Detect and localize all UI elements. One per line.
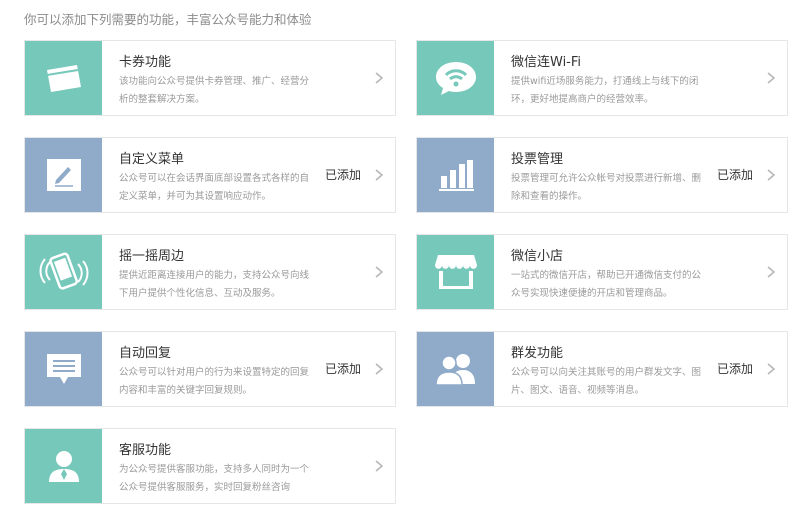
- feature-card-wifi[interactable]: 微信连Wi-Fi 提供wifi近场服务能力，打通线上与线下的闭环，更好地提高商户…: [416, 40, 788, 116]
- feature-card-vote[interactable]: 投票管理 投票管理可允许公众帐号对投票进行新增、删除和查看的操作。 已添加: [416, 137, 788, 213]
- feature-card-reply[interactable]: 自动回复 公众号可以针对用户的行为来设置特定的回复内容和丰富的关键字回复规则。 …: [24, 331, 396, 407]
- feature-title: 摇一摇周边: [119, 249, 185, 264]
- bar-chart-icon: [417, 138, 494, 212]
- chevron-right-icon: [767, 72, 776, 84]
- chevron-right-icon: [375, 72, 384, 84]
- status-badge: 已添加: [325, 168, 362, 182]
- chevron-right-icon: [767, 169, 776, 181]
- page-header: 你可以添加下列需要的功能，丰富公众号能力和体验: [24, 12, 312, 27]
- feature-description: 公众号可以向关注其账号的用户群发文字、图片、图文、语音、视频等消息。: [511, 367, 702, 396]
- feature-title: 自动回复: [119, 346, 172, 361]
- feature-title: 自定义菜单: [119, 152, 185, 167]
- status-badge: 已添加: [717, 362, 754, 376]
- chevron-right-icon: [767, 266, 776, 278]
- feature-description: 提供近距离连接用户的能力，支持公众号向线下用户提供个性化信息、互动及服务。: [119, 270, 310, 299]
- feature-title: 投票管理: [511, 152, 564, 167]
- storefront-icon: [417, 235, 494, 309]
- status-badge: 已添加: [325, 362, 362, 376]
- users-icon: [417, 332, 494, 406]
- feature-title: 卡券功能: [119, 55, 172, 70]
- feature-title: 微信小店: [511, 249, 564, 264]
- feature-description: 为公众号提供客服功能，支持多人同时为一个公众号提供客服服务，实时回复粉丝咨询: [119, 464, 310, 493]
- feature-card-shake[interactable]: 摇一摇周边 提供近距离连接用户的能力，支持公众号向线下用户提供个性化信息、互动及…: [24, 234, 396, 310]
- feature-card-service[interactable]: 客服功能 为公众号提供客服功能，支持多人同时为一个公众号提供客服服务，实时回复粉…: [24, 428, 396, 504]
- status-badge: 已添加: [717, 168, 754, 182]
- chevron-right-icon: [375, 460, 384, 472]
- feature-card-card[interactable]: 卡券功能 该功能向公众号提供卡券管理、推广、经营分析的整套解决方案。: [24, 40, 396, 116]
- message-icon: [25, 332, 102, 406]
- feature-title: 客服功能: [119, 443, 172, 458]
- feature-description: 该功能向公众号提供卡券管理、推广、经营分析的整套解决方案。: [119, 76, 310, 105]
- chevron-right-icon: [767, 363, 776, 375]
- feature-card-menu[interactable]: 自定义菜单 公众号可以在会话界面底部设置各式各样的自定义菜单，并可为其设置响应动…: [24, 137, 396, 213]
- wifi-chat-icon: [417, 41, 494, 115]
- chevron-right-icon: [375, 169, 384, 181]
- feature-title: 群发功能: [511, 346, 564, 361]
- feature-title: 微信连Wi-Fi: [511, 55, 582, 70]
- feature-description: 一站式的微信开店，帮助已开通微信支付的公众号实现快速便捷的开店和管理商品。: [511, 270, 702, 299]
- feature-description: 投票管理可允许公众帐号对投票进行新增、删除和查看的操作。: [511, 173, 702, 202]
- agent-icon: [25, 429, 102, 503]
- chevron-right-icon: [375, 266, 384, 278]
- feature-card-shop[interactable]: 微信小店 一站式的微信开店，帮助已开通微信支付的公众号实现快速便捷的开店和管理商…: [416, 234, 788, 310]
- feature-card-mass[interactable]: 群发功能 公众号可以向关注其账号的用户群发文字、图片、图文、语音、视频等消息。 …: [416, 331, 788, 407]
- feature-description: 公众号可以在会话界面底部设置各式各样的自定义菜单，并可为其设置响应动作。: [119, 173, 310, 202]
- feature-description: 公众号可以针对用户的行为来设置特定的回复内容和丰富的关键字回复规则。: [119, 367, 310, 396]
- card-icon: [25, 41, 102, 115]
- feature-description: 提供wifi近场服务能力，打通线上与线下的闭环，更好地提高商户的经营效率。: [511, 76, 699, 105]
- shake-phone-icon: [25, 235, 102, 309]
- chevron-right-icon: [375, 363, 384, 375]
- pencil-icon: [25, 138, 102, 212]
